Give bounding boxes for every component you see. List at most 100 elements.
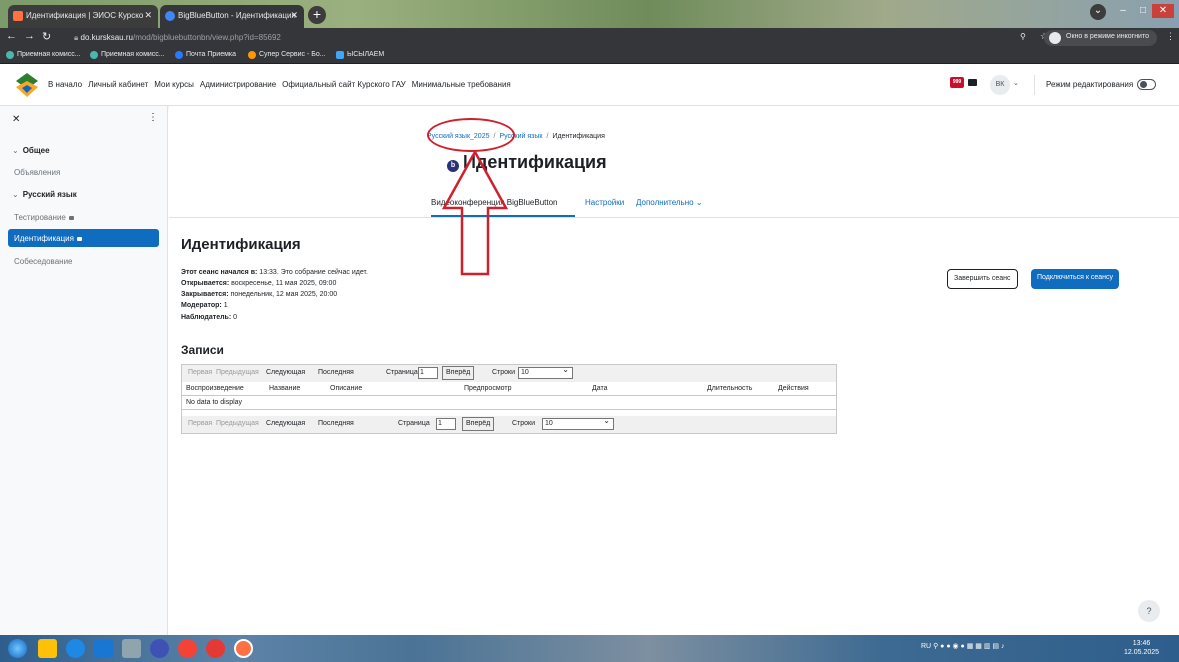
- rows-per-page-select[interactable]: 10: [518, 365, 573, 379]
- viewer-count: Наблюдатель: 0: [181, 314, 237, 321]
- bookmark-5[interactable]: ЫСЫЛАЕМ: [336, 51, 384, 59]
- col-duration[interactable]: Длительность: [707, 385, 752, 392]
- site-favicon-icon: [13, 11, 23, 21]
- url-field[interactable]: 🔒︎ do.kursksau.ru/mod/bigbluebuttonbn/vi…: [62, 30, 1102, 46]
- close-icon[interactable]: ✕: [12, 114, 20, 125]
- close-tab-icon[interactable]: ✕: [144, 10, 152, 21]
- drawer-item-announcements[interactable]: Объявления: [14, 168, 60, 177]
- join-session-button[interactable]: Подключиться к сеансу: [1031, 269, 1119, 289]
- browser-tab-bbb[interactable]: BigBlueButton - Идентификация ✕: [160, 5, 304, 28]
- bookmark-label: Приемная комисс...: [101, 51, 165, 58]
- tab-more[interactable]: Дополнительно ⌄: [636, 198, 703, 207]
- pager-last[interactable]: Последняя: [318, 369, 354, 376]
- pager-first: Первая: [188, 420, 213, 427]
- browser-active-icon[interactable]: [234, 639, 253, 658]
- drawer-item-interview[interactable]: Собеседование: [14, 257, 73, 266]
- profile-dropdown-icon[interactable]: ⌄: [1090, 4, 1106, 20]
- nav-administration[interactable]: Администрирование: [200, 80, 276, 89]
- drawer-item-testing[interactable]: Тестирование: [14, 213, 74, 222]
- app-icon[interactable]: [122, 639, 141, 658]
- bookmark-1[interactable]: Приемная комисс...: [6, 51, 81, 59]
- messages-icon[interactable]: [968, 79, 977, 86]
- pager-go-button[interactable]: Вперёд: [442, 366, 475, 380]
- site-logo[interactable]: [16, 73, 38, 97]
- yandex-browser-icon[interactable]: [178, 639, 197, 658]
- media-player-icon[interactable]: [94, 639, 113, 658]
- back-icon[interactable]: ←: [6, 30, 17, 42]
- info-value: 1: [221, 302, 228, 309]
- start-button-icon[interactable]: [8, 639, 27, 658]
- minimize-window-icon[interactable]: –: [1112, 4, 1134, 18]
- recordings-pager-bottom: Первая Предыдущая Следующая Последняя Ст…: [182, 416, 836, 433]
- lock-icon: [76, 237, 82, 241]
- edit-mode-toggle[interactable]: [1137, 79, 1156, 90]
- incognito-icon: [1049, 32, 1061, 44]
- help-button[interactable]: ?: [1138, 600, 1160, 622]
- system-tray: RU ⚲ ● ● ◉ ● ▦ ▦ ▥ ▤ ♪: [921, 643, 1005, 650]
- section-title: Общее: [22, 146, 50, 155]
- nav-requirements[interactable]: Минимальные требования: [412, 80, 511, 89]
- end-session-button[interactable]: Завершить сеанс: [947, 269, 1018, 289]
- close-tab-icon[interactable]: ✕: [290, 10, 298, 21]
- menu-dots-icon[interactable]: ⋮: [1166, 31, 1175, 42]
- browser-tab-eios[interactable]: Идентификация | ЭИОС Курско ✕: [8, 5, 158, 28]
- nav-home[interactable]: В начало: [48, 80, 82, 89]
- close-window-icon[interactable]: ✕: [1152, 4, 1174, 18]
- rows-per-page-select[interactable]: 10: [542, 416, 614, 430]
- chrome-icon[interactable]: [150, 639, 169, 658]
- drawer-item-identification[interactable]: Идентификация: [8, 229, 159, 247]
- incognito-indicator[interactable]: Окно в режиме инкогнито: [1044, 30, 1157, 46]
- info-value: 0: [231, 314, 238, 321]
- nav-official-site[interactable]: Официальный сайт Курского ГАУ: [282, 80, 406, 89]
- chevron-down-icon: ⌄: [12, 146, 19, 155]
- bookmark-4[interactable]: Супер Сервис - Бо...: [248, 51, 326, 59]
- maximize-window-icon[interactable]: □: [1132, 4, 1154, 18]
- chevron-down-icon[interactable]: ⌄: [1013, 79, 1019, 87]
- notifications-icon[interactable]: 999: [950, 77, 964, 88]
- tab-title: Идентификация | ЭИОС Курско: [26, 11, 144, 20]
- info-label: Модератор:: [181, 302, 222, 309]
- incognito-label: Окно в режиме инкогнито: [1066, 33, 1149, 40]
- col-description[interactable]: Описание: [330, 385, 362, 392]
- tab-settings[interactable]: Настройки: [585, 198, 624, 207]
- avatar[interactable]: ВК: [990, 75, 1010, 95]
- pager-go-button[interactable]: Вперёд: [462, 417, 495, 431]
- tab-title: BigBlueButton - Идентификация: [178, 11, 296, 20]
- pager-prev: Предыдущая: [216, 420, 259, 427]
- bookmark-3[interactable]: Почта Приемка: [175, 51, 236, 59]
- section-general[interactable]: ⌄ Общее: [12, 146, 50, 155]
- nav-my-courses[interactable]: Мои курсы: [154, 80, 194, 89]
- item-label: Тестирование: [14, 213, 66, 222]
- pager-prev: Предыдущая: [216, 369, 259, 376]
- bookmark-label: Приемная комисс...: [17, 51, 81, 58]
- pager-next[interactable]: Следующая: [266, 369, 305, 376]
- pager-last[interactable]: Последняя: [318, 420, 354, 427]
- system-clock[interactable]: 13:46 12.05.2025: [1124, 639, 1159, 657]
- table-row: No data to display: [182, 396, 836, 410]
- new-tab-button[interactable]: +: [308, 6, 326, 24]
- page-number-input[interactable]: 1: [418, 367, 438, 379]
- pager-page-label: Страница: [386, 369, 418, 376]
- pager-first: Первая: [188, 369, 213, 376]
- section-title: Русский язык: [22, 190, 77, 199]
- breadcrumb-separator: /: [546, 133, 549, 140]
- col-playback[interactable]: Воспроизведение: [186, 385, 244, 392]
- yandex-icon[interactable]: [206, 639, 225, 658]
- section-russian[interactable]: ⌄ Русский язык: [12, 190, 77, 199]
- col-preview[interactable]: Предпросмотр: [464, 385, 511, 392]
- internet-explorer-icon[interactable]: [66, 639, 85, 658]
- file-explorer-icon[interactable]: [38, 639, 57, 658]
- page-number-input[interactable]: 1: [436, 418, 456, 430]
- drawer-options-icon[interactable]: ⋮: [148, 112, 158, 123]
- pager-next[interactable]: Следующая: [266, 420, 305, 427]
- col-name[interactable]: Название: [269, 385, 300, 392]
- col-date[interactable]: Дата: [592, 385, 608, 392]
- info-label: Открывается:: [181, 280, 230, 287]
- col-actions[interactable]: Действия: [778, 385, 809, 392]
- search-icon[interactable]: ⚲: [1020, 32, 1026, 41]
- forward-icon[interactable]: →: [24, 30, 35, 42]
- nav-dashboard[interactable]: Личный кабинет: [88, 80, 148, 89]
- bookmark-2[interactable]: Приемная комисс...: [90, 51, 165, 59]
- language-indicator[interactable]: RU: [921, 643, 931, 650]
- reload-icon[interactable]: ↻: [42, 30, 51, 43]
